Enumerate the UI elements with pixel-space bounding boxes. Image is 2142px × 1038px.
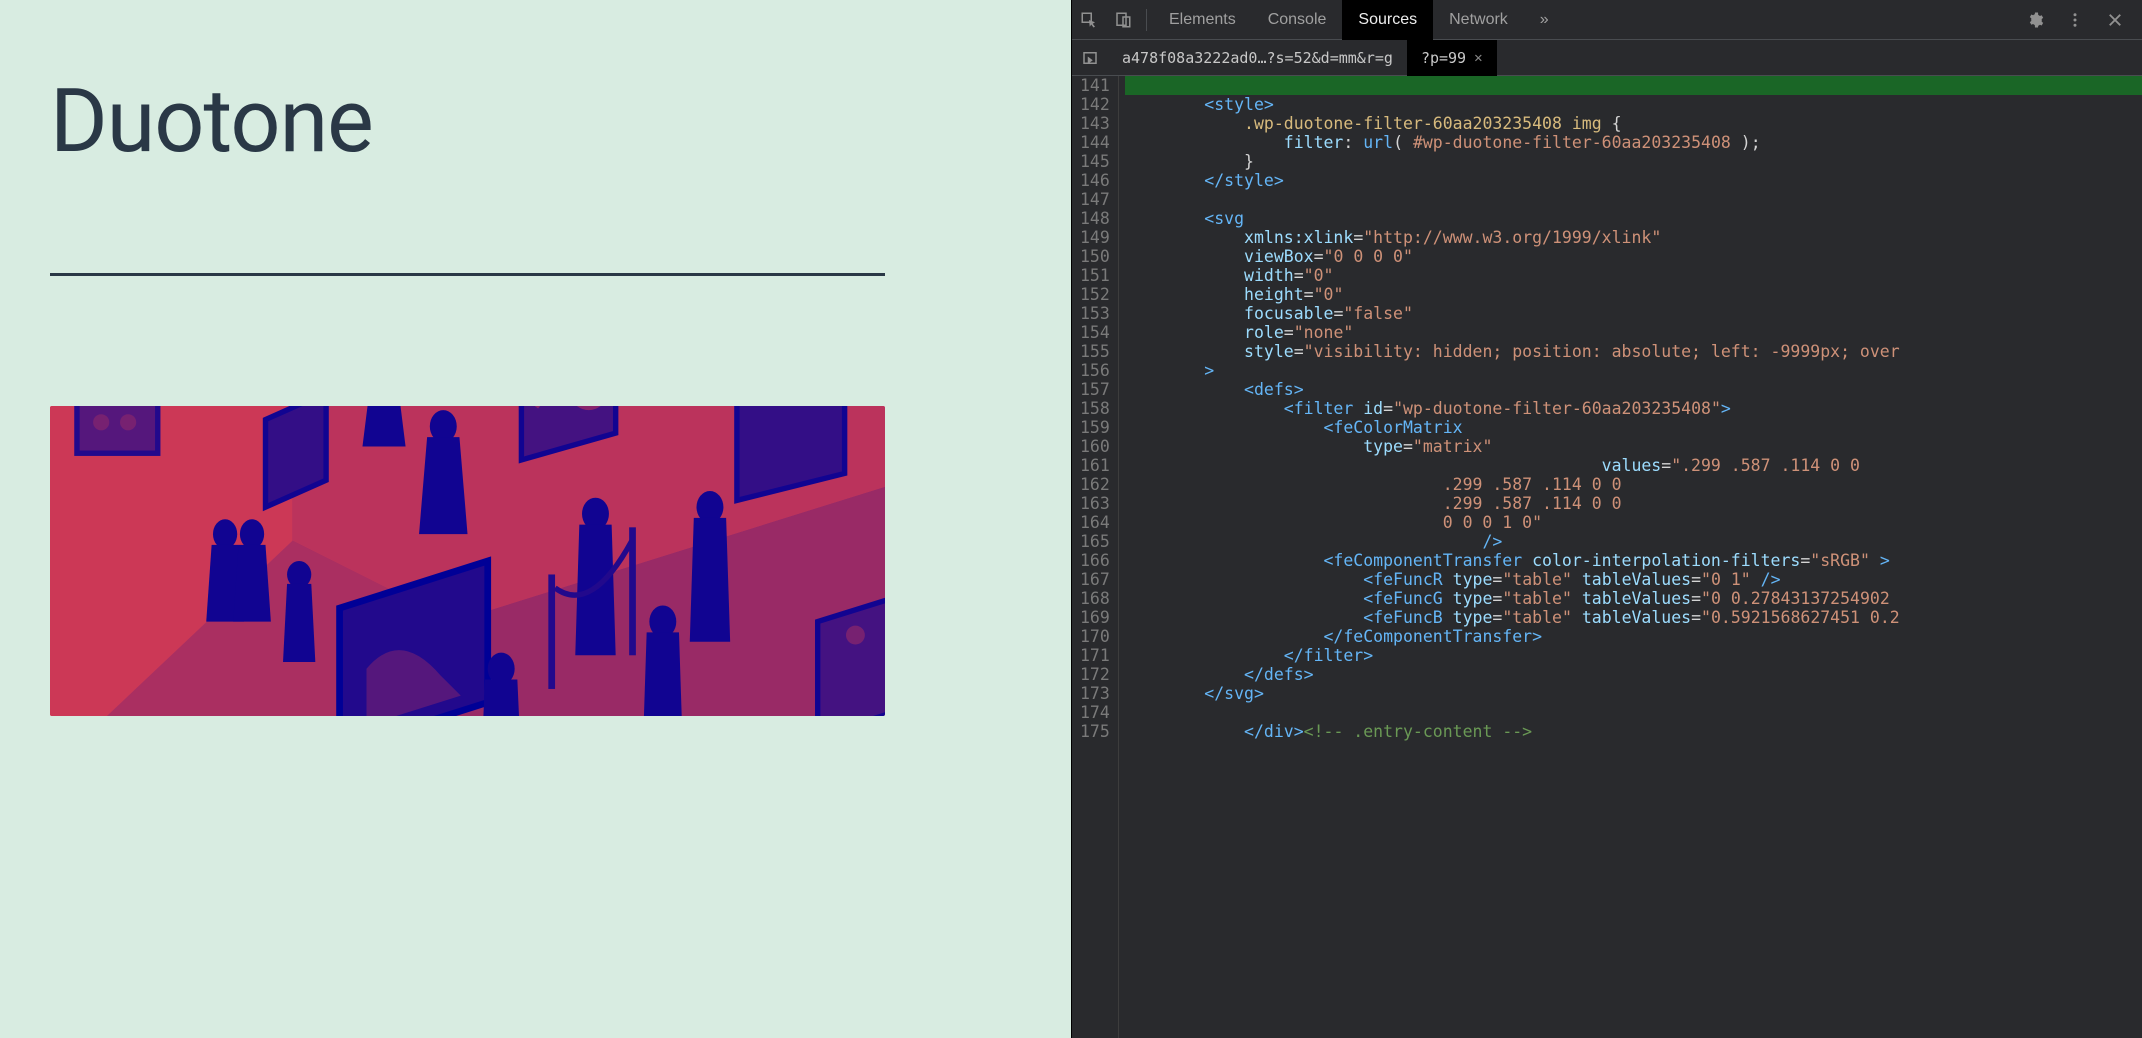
code-line[interactable]: xmlns:xlink="http://www.w3.org/1999/xlin…: [1125, 228, 2142, 247]
devtools-panel: Elements Console Sources Network »: [1071, 0, 2142, 1038]
code-line[interactable]: <feFuncB type="table" tableValues="0.592…: [1125, 608, 2142, 627]
code-line[interactable]: <feColorMatrix: [1125, 418, 2142, 437]
sources-file-tabs: a478f08a3222ad0…?s=52&d=mm&r=g ?p=99 ✕: [1072, 40, 2142, 76]
code-line[interactable]: [1125, 76, 2142, 95]
page-title: Duotone: [50, 70, 1021, 173]
topbar-separator: [1146, 9, 1147, 31]
code-line[interactable]: <style>: [1125, 95, 2142, 114]
code-line[interactable]: />: [1125, 532, 2142, 551]
tab-sources[interactable]: Sources: [1342, 0, 1433, 40]
code-line[interactable]: .wp-duotone-filter-60aa203235408 img {: [1125, 114, 2142, 133]
navigator-toggle-icon[interactable]: [1072, 40, 1108, 76]
code-line[interactable]: [1125, 190, 2142, 209]
code-line[interactable]: </div><!-- .entry-content -->: [1125, 722, 2142, 741]
code-line[interactable]: <svg: [1125, 209, 2142, 228]
code-line[interactable]: </feComponentTransfer>: [1125, 627, 2142, 646]
code-line[interactable]: </svg>: [1125, 684, 2142, 703]
code-line[interactable]: </filter>: [1125, 646, 2142, 665]
file-tab-label: a478f08a3222ad0…?s=52&d=mm&r=g: [1122, 40, 1393, 76]
file-tab-avatar[interactable]: a478f08a3222ad0…?s=52&d=mm&r=g: [1108, 40, 1407, 76]
code-line[interactable]: <feFuncR type="table" tableValues="0 1" …: [1125, 570, 2142, 589]
devtools-topbar: Elements Console Sources Network »: [1072, 0, 2142, 40]
file-tab-page[interactable]: ?p=99 ✕: [1407, 40, 1497, 76]
close-tab-icon[interactable]: ✕: [1474, 40, 1482, 76]
close-devtools-icon[interactable]: [2098, 0, 2132, 40]
file-tab-label: ?p=99: [1421, 40, 1466, 76]
code-line[interactable]: >: [1125, 361, 2142, 380]
page-preview: Duotone: [0, 0, 1071, 1038]
code-line[interactable]: .299 .587 .114 0 0: [1125, 494, 2142, 513]
title-divider: [50, 273, 885, 276]
code-line[interactable]: <filter id="wp-duotone-filter-60aa203235…: [1125, 399, 2142, 418]
tab-more[interactable]: »: [1524, 0, 1565, 40]
tab-elements[interactable]: Elements: [1153, 0, 1252, 40]
tab-network[interactable]: Network: [1433, 0, 1524, 40]
code-line[interactable]: viewBox="0 0 0 0": [1125, 247, 2142, 266]
code-line[interactable]: role="none": [1125, 323, 2142, 342]
code-line[interactable]: type="matrix": [1125, 437, 2142, 456]
code-lines[interactable]: <style> .wp-duotone-filter-60aa203235408…: [1119, 76, 2142, 1038]
code-line[interactable]: [1125, 703, 2142, 722]
code-line[interactable]: .299 .587 .114 0 0: [1125, 475, 2142, 494]
code-line[interactable]: 0 0 0 1 0": [1125, 513, 2142, 532]
code-line[interactable]: </style>: [1125, 171, 2142, 190]
line-number-gutter: 1411421431441451461471481491501511521531…: [1072, 76, 1119, 1038]
kebab-menu-icon[interactable]: [2058, 0, 2092, 40]
duotone-image: [50, 406, 885, 716]
code-line[interactable]: <feFuncG type="table" tableValues="0 0.2…: [1125, 589, 2142, 608]
code-line[interactable]: values=".299 .587 .114 0 0: [1125, 456, 2142, 475]
source-code-view[interactable]: 1411421431441451461471481491501511521531…: [1072, 76, 2142, 1038]
code-line[interactable]: <feComponentTransfer color-interpolation…: [1125, 551, 2142, 570]
code-line[interactable]: focusable="false": [1125, 304, 2142, 323]
inspect-element-icon[interactable]: [1072, 0, 1106, 40]
code-line[interactable]: </defs>: [1125, 665, 2142, 684]
code-line[interactable]: style="visibility: hidden; position: abs…: [1125, 342, 2142, 361]
settings-icon[interactable]: [2018, 0, 2052, 40]
code-line[interactable]: filter: url( #wp-duotone-filter-60aa2032…: [1125, 133, 2142, 152]
device-toggle-icon[interactable]: [1106, 0, 1140, 40]
code-line[interactable]: width="0": [1125, 266, 2142, 285]
code-line[interactable]: height="0": [1125, 285, 2142, 304]
code-line[interactable]: <defs>: [1125, 380, 2142, 399]
code-line[interactable]: }: [1125, 152, 2142, 171]
tab-console[interactable]: Console: [1252, 0, 1343, 40]
